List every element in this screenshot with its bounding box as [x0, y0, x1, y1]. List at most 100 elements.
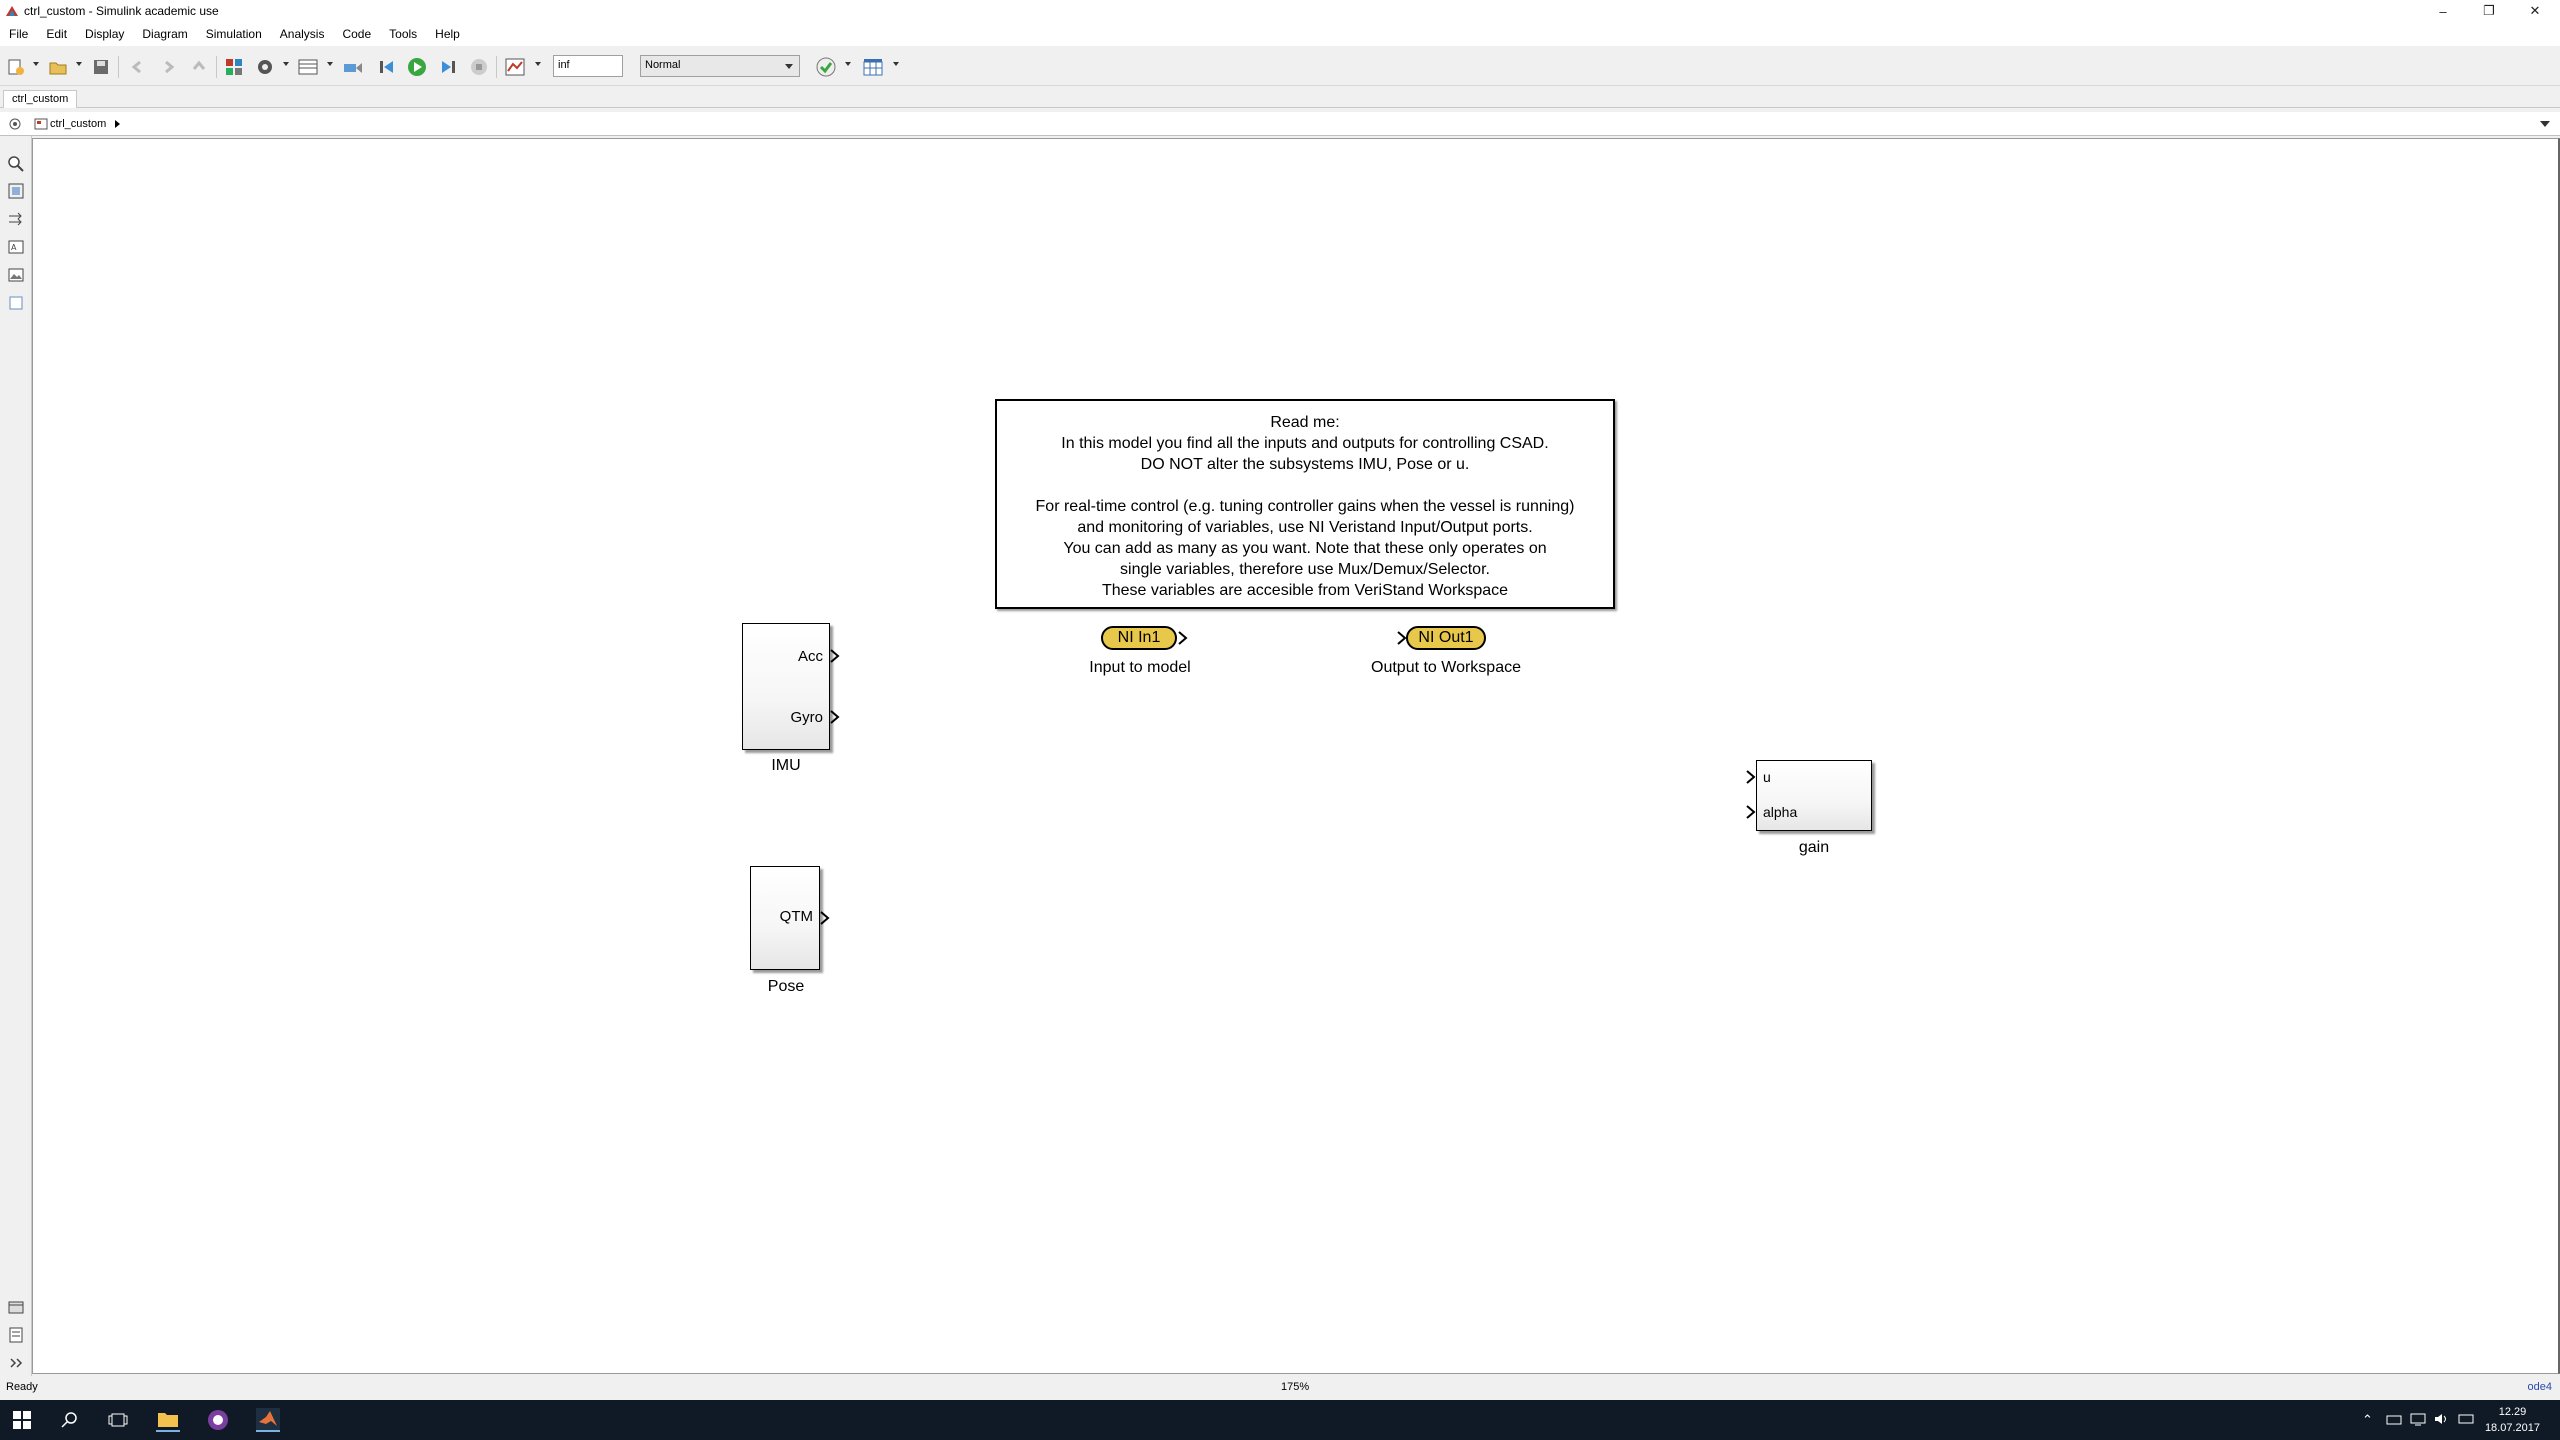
tray-monitor-icon[interactable]	[2410, 1412, 2426, 1429]
model-advisor-check-icon[interactable]	[815, 56, 837, 78]
menu-code[interactable]: Code	[333, 27, 380, 41]
viewer-dropdown-icon[interactable]	[535, 62, 541, 66]
windows-start-icon[interactable]	[10, 1408, 34, 1432]
menu-help[interactable]: Help	[426, 27, 469, 41]
save-icon[interactable]	[90, 56, 112, 78]
gain-block[interactable]: u alpha	[1756, 760, 1872, 831]
area-icon[interactable]	[8, 295, 24, 311]
output-port-icon[interactable]	[830, 649, 840, 663]
open-folder-icon[interactable]	[47, 56, 69, 78]
address-bar: ctrl_custom	[0, 112, 2560, 136]
menu-analysis[interactable]: Analysis	[271, 27, 334, 41]
search-icon[interactable]	[58, 1408, 82, 1432]
tab-ctrl-custom[interactable]: ctrl_custom	[3, 90, 78, 108]
output-port-icon[interactable]	[830, 710, 840, 724]
input-port-icon[interactable]	[1746, 805, 1756, 819]
annotation-icon[interactable]: A	[8, 239, 24, 255]
model-explorer-icon[interactable]	[297, 56, 319, 78]
toolbar-separator	[118, 56, 119, 78]
clock-time: 12.29	[2498, 1406, 2527, 1418]
clock-date: 18.07.2017	[2484, 1422, 2540, 1434]
explorer-dropdown-icon[interactable]	[327, 62, 333, 66]
menu-file[interactable]: File	[0, 27, 37, 41]
tray-network-icon[interactable]	[2386, 1412, 2402, 1429]
stop-time-input[interactable]: inf	[553, 55, 623, 77]
breadcrumb-model[interactable]: ctrl_custom	[50, 118, 106, 130]
windows-taskbar: ⌃ 12.29 18.07.2017	[0, 1400, 2560, 1440]
breadcrumb[interactable]: ctrl_custom	[33, 116, 124, 132]
stop-button-icon[interactable]	[468, 56, 490, 78]
model-browser-icon[interactable]	[8, 1299, 24, 1315]
property-inspector-icon[interactable]	[8, 1327, 24, 1343]
imu-block[interactable]: Acc Gyro	[742, 623, 830, 750]
tray-keyboard-icon[interactable]	[2458, 1412, 2474, 1429]
input-port-icon[interactable]	[1746, 770, 1756, 784]
model-icon	[34, 118, 48, 130]
readme-annotation[interactable]: Read me: In this model you find all the …	[995, 399, 1615, 609]
library-browser-icon[interactable]	[223, 56, 245, 78]
model-canvas[interactable]	[32, 138, 2560, 1374]
build-icon[interactable]	[342, 56, 364, 78]
note-line	[997, 475, 1613, 496]
breadcrumb-arrow-icon[interactable]	[112, 119, 122, 129]
ni-out1-port[interactable]: NI Out1	[1406, 626, 1486, 650]
tray-chevron-icon[interactable]: ⌃	[2362, 1412, 2373, 1428]
up-arrow-icon[interactable]	[188, 56, 210, 78]
step-back-icon[interactable]	[376, 56, 398, 78]
task-view-icon[interactable]	[106, 1408, 130, 1432]
gain-port-alpha: alpha	[1763, 804, 1798, 820]
window-title: ctrl_custom - Simulink academic use	[24, 4, 219, 18]
taskbar-clock[interactable]: 12.29 18.07.2017	[2485, 1404, 2540, 1436]
step-forward-icon[interactable]	[437, 56, 459, 78]
address-dropdown-icon[interactable]	[2540, 121, 2550, 127]
grid-dropdown-icon[interactable]	[893, 62, 899, 66]
minimize-button[interactable]: –	[2420, 0, 2466, 22]
note-line: and monitoring of variables, use NI Veri…	[1077, 519, 1533, 536]
pose-block-name: Pose	[767, 978, 805, 995]
simulation-mode-select[interactable]: Normal	[640, 55, 800, 77]
menu-simulation[interactable]: Simulation	[197, 27, 271, 41]
menu-display[interactable]: Display	[76, 27, 133, 41]
output-port-icon[interactable]	[820, 911, 830, 925]
advisor-dropdown-icon[interactable]	[845, 62, 851, 66]
ni-in1-port[interactable]: NI In1	[1101, 626, 1177, 650]
new-model-icon[interactable]	[5, 56, 27, 78]
run-button-icon[interactable]	[406, 56, 428, 78]
menu-tools[interactable]: Tools	[380, 27, 426, 41]
tab-bar: ctrl_custom	[0, 88, 2560, 108]
simulation-mode-value: Normal	[645, 59, 681, 71]
tray-volume-icon[interactable]	[2434, 1412, 2450, 1429]
media-app-icon[interactable]	[206, 1408, 230, 1432]
config-dropdown-icon[interactable]	[283, 62, 289, 66]
grid-blocks-icon[interactable]	[862, 56, 884, 78]
note-line: For real-time control (e.g. tuning contr…	[1035, 498, 1575, 515]
menu-diagram[interactable]: Diagram	[133, 27, 196, 41]
pose-block[interactable]: QTM	[750, 866, 820, 970]
restore-button[interactable]: ❐	[2466, 0, 2512, 22]
open-dropdown-icon[interactable]	[76, 62, 82, 66]
fit-to-view-icon[interactable]	[8, 183, 24, 199]
image-icon[interactable]	[8, 267, 24, 283]
matlab-icon[interactable]	[256, 1408, 280, 1432]
forward-arrow-icon[interactable]	[157, 56, 179, 78]
zoom-icon[interactable]	[8, 156, 24, 172]
output-port-icon[interactable]	[1178, 631, 1188, 645]
new-dropdown-icon[interactable]	[33, 62, 39, 66]
solver-link[interactable]: ode4	[2528, 1381, 2552, 1393]
file-explorer-icon[interactable]	[156, 1408, 180, 1432]
expand-chevron-icon[interactable]	[8, 1355, 24, 1371]
toolbar-separator	[496, 56, 497, 78]
note-line: single variables, therefore use Mux/Demu…	[1120, 561, 1490, 578]
hide-explorer-icon[interactable]	[8, 117, 22, 131]
ni-in1-caption: Input to model	[1089, 659, 1191, 676]
simulink-app-icon	[6, 6, 18, 16]
pose-port-qtm: QTM	[779, 908, 813, 925]
close-button[interactable]: ✕	[2512, 0, 2558, 22]
model-config-gear-icon[interactable]	[254, 56, 276, 78]
menu-edit[interactable]: Edit	[37, 27, 76, 41]
arrow-forward-icon[interactable]	[8, 211, 24, 227]
note-line: DO NOT alter the subsystems IMU, Pose or…	[1140, 456, 1470, 473]
scope-viewer-icon[interactable]	[504, 56, 526, 78]
imu-port-gyro: Gyro	[790, 709, 823, 726]
back-arrow-icon[interactable]	[127, 56, 149, 78]
